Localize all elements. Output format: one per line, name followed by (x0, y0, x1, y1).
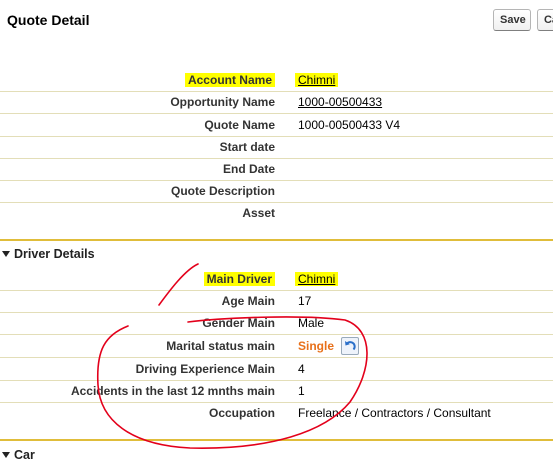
field-label: Quote Description (170, 184, 275, 198)
field-row-marital-status: Marital status main Single (0, 335, 553, 358)
field-label: Quote Name (204, 118, 275, 132)
field-row-start-date: Start date (0, 136, 553, 159)
field-value: 1000-00500433 V4 (298, 118, 401, 132)
field-row-accidents: Accidents in the last 12 mnths main 1 (0, 380, 553, 403)
field-label: Marital status main (166, 339, 275, 353)
field-label: Age Main (221, 294, 275, 308)
field-row-end-date: End Date (0, 158, 553, 181)
field-value: Male (298, 316, 325, 330)
field-row-asset: Asset (0, 202, 553, 224)
field-label: Start date (219, 140, 275, 154)
field-row-quote-description: Quote Description (0, 180, 553, 203)
field-row-age-main: Age Main 17 (0, 290, 553, 313)
driver-details-section-header[interactable]: Driver Details (2, 247, 95, 261)
field-label: Accidents in the last 12 mnths main (70, 384, 275, 398)
field-value: 4 (298, 362, 305, 376)
section-divider (0, 439, 553, 441)
field-label: Account Name (184, 73, 275, 87)
car-section-header[interactable]: Car (2, 448, 35, 462)
account-name-link[interactable]: Chimni (298, 73, 335, 87)
field-value: 1 (298, 384, 305, 398)
section-divider (0, 239, 553, 241)
field-row-occupation: Occupation Freelance / Contractors / Con… (0, 402, 553, 424)
field-label: Asset (242, 206, 275, 220)
field-label: Driving Experience Main (135, 362, 275, 376)
section-title: Driver Details (14, 247, 95, 261)
page-title: Quote Detail (7, 12, 90, 28)
collapse-triangle-icon[interactable] (2, 451, 10, 458)
collapse-triangle-icon[interactable] (2, 250, 10, 257)
marital-status-value: Single (298, 339, 335, 354)
field-row-gender-main: Gender Main Male (0, 312, 553, 335)
undo-icon[interactable] (341, 337, 360, 355)
field-row-account-name: Account Name Chimni (0, 69, 553, 92)
field-label: Main Driver (203, 272, 275, 286)
main-driver-link[interactable]: Chimni (298, 272, 335, 286)
field-row-main-driver: Main Driver Chimni (0, 268, 553, 291)
field-row-quote-name: Quote Name 1000-00500433 V4 (0, 114, 553, 137)
field-row-driving-experience: Driving Experience Main 4 (0, 358, 553, 381)
section-title: Car (14, 448, 35, 462)
save-button[interactable]: Save (493, 9, 531, 31)
opportunity-name-link[interactable]: 1000-00500433 (298, 95, 382, 109)
field-value: 17 (298, 294, 312, 308)
field-value: Freelance / Contractors / Consultant (298, 406, 491, 420)
field-label: Gender Main (202, 316, 275, 330)
field-label: End Date (222, 162, 275, 176)
cancel-button[interactable]: Ca (537, 9, 553, 31)
field-row-opportunity-name: Opportunity Name 1000-00500433 (0, 91, 553, 114)
field-label: Occupation (208, 406, 275, 420)
field-label: Opportunity Name (170, 95, 275, 109)
